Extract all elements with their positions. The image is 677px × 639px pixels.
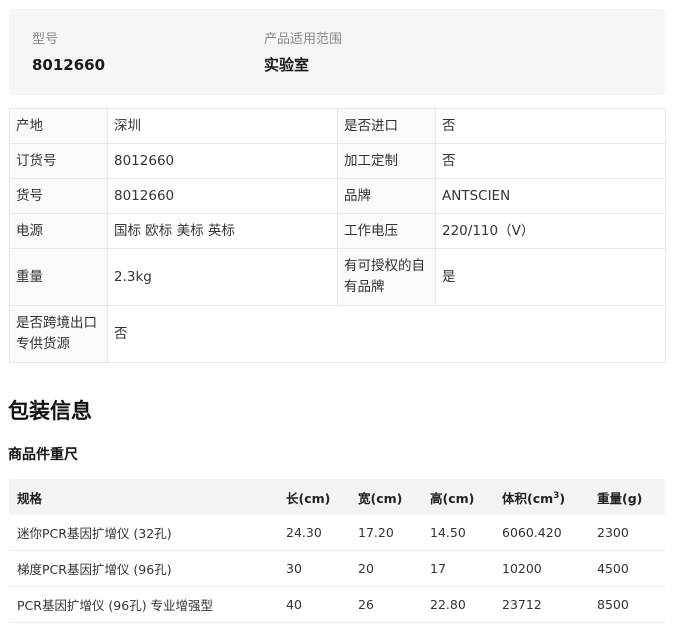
cell-volume: 10200 xyxy=(494,550,589,587)
attr-key: 是否进口 xyxy=(337,108,436,144)
col-header-weight: 重量(g) xyxy=(589,479,665,515)
scope-label: 产品适用范围 xyxy=(264,32,343,47)
cell-height: 17 xyxy=(422,550,494,587)
cell-width: 17.20 xyxy=(350,515,422,551)
cell-spec: 迷你PCR基因扩增仪 (32孔) xyxy=(9,515,278,551)
cell-length: 24.30 xyxy=(278,515,350,551)
packaging-table: 规格 长(cm) 宽(cm) 高(cm) 体积(cm3) 重量(g) 迷你PCR… xyxy=(9,479,665,623)
attr-key: 货号 xyxy=(9,178,108,214)
model-cell: 型号 8012660 xyxy=(32,31,105,76)
col-header-volume: 体积(cm3) xyxy=(494,479,589,515)
attr-row: 重量 2.3kg 有可授权的自有品牌 是 xyxy=(9,248,666,306)
packaging-header-row: 规格 长(cm) 宽(cm) 高(cm) 体积(cm3) 重量(g) xyxy=(9,479,665,515)
model-label: 型号 xyxy=(32,32,59,47)
attr-value: 2.3kg xyxy=(107,248,338,306)
cell-height: 22.80 xyxy=(422,586,494,623)
attr-value: 国标 欧标 美标 英标 xyxy=(107,213,338,249)
volume-label: 体积(cm xyxy=(502,490,554,506)
attr-row: 是否跨境出口专供货源 否 xyxy=(9,305,666,363)
packaging-row: PCR基因扩增仪 (96孔) 专业增强型 40 26 22.80 23712 8… xyxy=(9,586,665,623)
product-summary-card: 型号 8012660 产品适用范围 实验室 xyxy=(9,9,665,95)
attr-key: 加工定制 xyxy=(337,143,436,179)
volume-label-end: ) xyxy=(559,490,566,506)
packaging-section-title: 包装信息 xyxy=(8,399,92,423)
attr-value: ANTSCIEN xyxy=(435,178,666,214)
scope-value: 实验室 xyxy=(264,56,310,74)
attr-key: 重量 xyxy=(9,248,108,306)
packaging-subtitle: 商品件重尺 xyxy=(8,447,78,463)
cell-weight: 4500 xyxy=(589,550,665,587)
attr-key: 是否跨境出口专供货源 xyxy=(9,305,108,363)
attr-key: 工作电压 xyxy=(337,213,436,249)
cell-length: 40 xyxy=(278,586,350,623)
attr-row: 电源 国标 欧标 美标 英标 工作电压 220/110（V） xyxy=(9,213,666,249)
packaging-row: 梯度PCR基因扩增仪 (96孔) 30 20 17 10200 4500 xyxy=(9,550,665,587)
cell-width: 20 xyxy=(350,550,422,587)
attr-value: 深圳 xyxy=(107,108,338,144)
attr-value: 否 xyxy=(107,305,666,363)
cell-spec: 梯度PCR基因扩增仪 (96孔) xyxy=(9,550,278,587)
attr-key: 品牌 xyxy=(337,178,436,214)
attr-value: 8012660 xyxy=(107,143,338,179)
col-header-height: 高(cm) xyxy=(422,479,494,515)
attr-row: 货号 8012660 品牌 ANTSCIEN xyxy=(9,178,666,214)
attr-value: 否 xyxy=(435,143,666,179)
attr-value: 8012660 xyxy=(107,178,338,214)
packaging-row: 迷你PCR基因扩增仪 (32孔) 24.30 17.20 14.50 6060.… xyxy=(9,515,665,551)
attr-value: 是 xyxy=(435,248,666,306)
model-value: 8012660 xyxy=(32,56,106,74)
cell-volume: 23712 xyxy=(494,586,589,623)
attributes-table: 产地 深圳 是否进口 否 订货号 8012660 加工定制 否 货号 80126… xyxy=(9,108,666,363)
cell-width: 26 xyxy=(350,586,422,623)
attr-row: 产地 深圳 是否进口 否 xyxy=(9,108,666,144)
col-header-length: 长(cm) xyxy=(278,479,350,515)
attr-key: 电源 xyxy=(9,213,108,249)
cell-height: 14.50 xyxy=(422,515,494,551)
cell-weight: 8500 xyxy=(589,586,665,623)
col-header-width: 宽(cm) xyxy=(350,479,422,515)
attr-key: 有可授权的自有品牌 xyxy=(337,248,436,306)
attr-key: 订货号 xyxy=(9,143,108,179)
cell-volume: 6060.420 xyxy=(494,515,589,551)
attr-value: 否 xyxy=(435,108,666,144)
col-header-spec: 规格 xyxy=(9,479,278,515)
cell-spec: PCR基因扩增仪 (96孔) 专业增强型 xyxy=(9,586,278,623)
attr-row: 订货号 8012660 加工定制 否 xyxy=(9,143,666,179)
cell-length: 30 xyxy=(278,550,350,587)
attr-value: 220/110（V） xyxy=(435,213,666,249)
scope-cell: 产品适用范围 实验室 xyxy=(264,31,342,76)
cell-weight: 2300 xyxy=(589,515,665,551)
attr-key: 产地 xyxy=(9,108,108,144)
